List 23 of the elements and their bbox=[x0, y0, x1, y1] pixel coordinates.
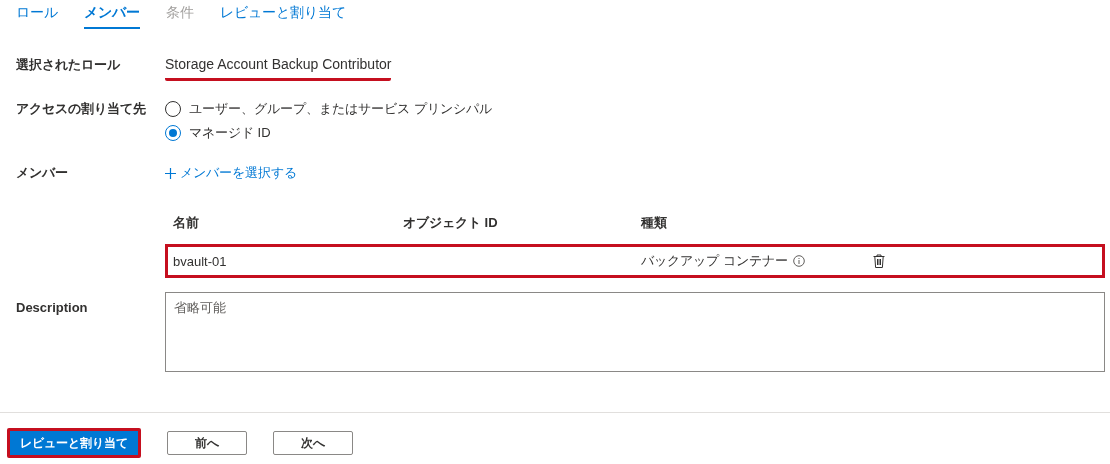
table-cell: バックアップ コンテナー bbox=[641, 252, 788, 270]
plus-icon bbox=[165, 167, 176, 179]
option-label: マネージド ID bbox=[189, 124, 271, 142]
button[interactable]: レビューと割り当て bbox=[7, 428, 141, 458]
column-header: 名前 bbox=[173, 214, 200, 232]
info-icon[interactable] bbox=[792, 255, 805, 267]
table-cell-text: bvault-01 bbox=[173, 253, 228, 269]
tab[interactable]: メンバー bbox=[84, 4, 140, 29]
button[interactable]: 前へ bbox=[167, 431, 247, 455]
column-header: 種類 bbox=[641, 214, 668, 232]
column-header: オブジェクト ID bbox=[403, 214, 499, 232]
role-value: Storage Account Backup Contributor bbox=[165, 56, 392, 81]
tab[interactable]: レビューと割り当て bbox=[220, 4, 346, 29]
field-label: Description bbox=[16, 300, 88, 315]
button[interactable]: 次へ bbox=[273, 431, 353, 455]
field-label: アクセスの割り当て先 bbox=[16, 101, 146, 116]
tab[interactable]: ロール bbox=[16, 4, 58, 29]
field-label: 選択されたロール bbox=[16, 57, 120, 72]
field-label: メンバー bbox=[16, 165, 68, 180]
description-field[interactable]: 省略可能 bbox=[165, 292, 1105, 372]
select-members-link[interactable]: メンバーを選択する bbox=[165, 164, 297, 182]
option-label: ユーザー、グループ、またはサービス プリンシパル bbox=[189, 100, 492, 118]
trash-icon[interactable] bbox=[873, 254, 885, 268]
